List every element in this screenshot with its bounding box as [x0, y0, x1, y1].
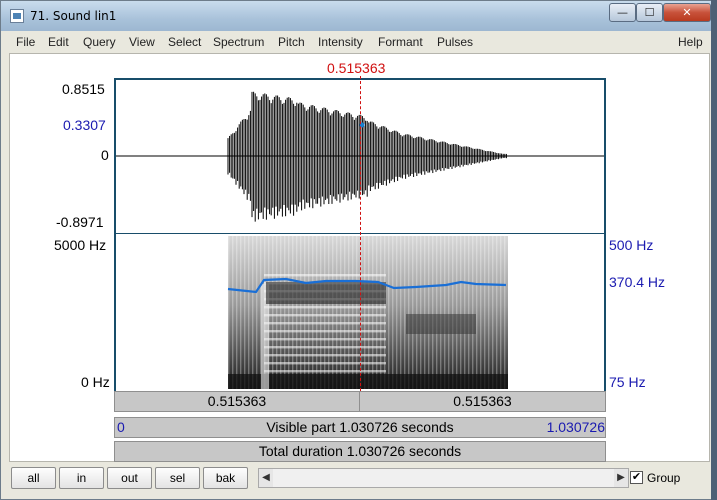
- menu-view[interactable]: View: [129, 35, 155, 49]
- pitch-top-label: 500 Hz: [609, 237, 654, 253]
- total-duration-text: Total duration 1.030726 seconds: [258, 443, 462, 459]
- time-bar-right-segment[interactable]: 0.515363: [360, 392, 605, 411]
- menu-spectrum[interactable]: Spectrum: [213, 35, 264, 49]
- minimize-button[interactable]: —: [609, 3, 636, 22]
- cursor-time-bar[interactable]: 0.515363 0.515363: [114, 391, 606, 412]
- visible-part-text: Visible part 1.030726 seconds: [266, 419, 454, 435]
- menu-intensity[interactable]: Intensity: [318, 35, 363, 49]
- menu-formant[interactable]: Formant: [378, 35, 423, 49]
- waveform-min-label: -0.8971: [56, 214, 104, 230]
- waveform-signal: [227, 91, 507, 222]
- menu-query[interactable]: Query: [83, 35, 116, 49]
- menu-bar: File Edit Query View Select Spectrum Pit…: [9, 32, 710, 52]
- menu-help[interactable]: Help: [678, 35, 703, 49]
- zoom-all-button[interactable]: all: [11, 467, 56, 489]
- waveform-zero-label: 0: [101, 147, 109, 163]
- scroll-right-icon[interactable]: ▶: [614, 469, 628, 487]
- group-label: Group: [647, 471, 681, 485]
- horizontal-scrollbar[interactable]: ◀ ▶: [258, 468, 629, 488]
- praat-app-icon: [10, 9, 24, 23]
- menu-pulses[interactable]: Pulses: [437, 35, 473, 49]
- time-bar-left-segment[interactable]: 0.515363: [115, 392, 360, 411]
- waveform-max-label: 0.8515: [62, 81, 105, 97]
- zoom-selection-button[interactable]: sel: [155, 467, 200, 489]
- bottom-toolbar: all in out sel bak ◀ ▶ ✔ Group: [9, 464, 710, 494]
- close-button[interactable]: ✕: [663, 3, 711, 22]
- title-bar[interactable]: 71. Sound lin1 — ☐ ✕: [1, 1, 716, 31]
- visible-end-label: 1.030726: [546, 419, 605, 435]
- spectrogram-formant-band-2: [406, 314, 476, 334]
- maximize-button[interactable]: ☐: [636, 3, 663, 22]
- window-title: 71. Sound lin1: [30, 9, 117, 23]
- cursor-time-label: 0.515363: [327, 60, 386, 76]
- visible-start-label: 0: [117, 419, 125, 435]
- cursor-line[interactable]: [360, 76, 361, 391]
- pitch-current-label: 370.4 Hz: [609, 274, 666, 290]
- spectrogram-bottom-label: 0 Hz: [81, 374, 110, 390]
- scroll-left-icon[interactable]: ◀: [259, 469, 273, 487]
- group-checkbox[interactable]: ✔: [630, 471, 643, 484]
- desktop-background: [711, 0, 717, 500]
- spectrogram-low-band: [228, 374, 508, 389]
- menu-select[interactable]: Select: [168, 35, 201, 49]
- zoom-in-button[interactable]: in: [59, 467, 104, 489]
- total-duration-bar[interactable]: Total duration 1.030726 seconds: [114, 441, 606, 462]
- waveform-cursor-value: 0.3307: [63, 117, 106, 133]
- spectrogram-top-label: 5000 Hz: [54, 237, 107, 253]
- menu-file[interactable]: File: [16, 35, 35, 49]
- menu-edit[interactable]: Edit: [48, 35, 69, 49]
- pitch-bottom-label: 75 Hz: [609, 374, 646, 390]
- zoom-back-button[interactable]: bak: [203, 467, 248, 489]
- menu-pitch[interactable]: Pitch: [278, 35, 305, 49]
- zoom-out-button[interactable]: out: [107, 467, 152, 489]
- spectrogram-formant-band: [266, 282, 386, 304]
- visible-part-bar[interactable]: 0 Visible part 1.030726 seconds 1.030726: [114, 417, 606, 438]
- praat-sound-window: 71. Sound lin1 — ☐ ✕ File Edit Query Vie…: [0, 0, 717, 500]
